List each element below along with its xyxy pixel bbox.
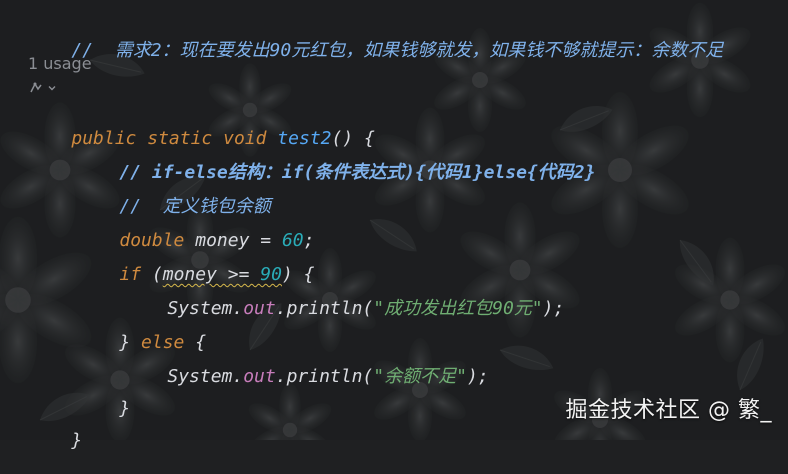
code-line-println-success: System.out.println("成功发出红包90元"); bbox=[124, 276, 564, 319]
code-line-declaration: double money = 60; bbox=[76, 208, 314, 251]
call-end: ); bbox=[466, 366, 489, 387]
string-success: "成功发出红包90元" bbox=[373, 298, 543, 319]
system-class: System. bbox=[167, 366, 244, 387]
header-comment-line: // 需求2：现在要发出90元红包，如果钱够就发，如果钱不够就提示：余数不足 bbox=[28, 18, 723, 61]
println-call: .println( bbox=[275, 298, 374, 319]
string-insufficient: "余额不足" bbox=[373, 366, 467, 387]
code-line-close-else: } bbox=[76, 376, 130, 419]
author-hint[interactable] bbox=[29, 79, 57, 97]
code-line-else: } else { bbox=[76, 310, 206, 353]
brace-close: } bbox=[71, 430, 83, 451]
code-line-println-insufficient: System.out.println("余额不足"); bbox=[124, 344, 488, 387]
code-line-comment-if-else: // if-else结构：if(条件表达式){代码1}else{代码2} bbox=[76, 140, 595, 183]
code-line-method-signature: public static void test2() { bbox=[28, 106, 375, 149]
brace-close: } bbox=[119, 398, 131, 419]
call-end: ); bbox=[542, 298, 565, 319]
author-avatar-icon bbox=[30, 82, 42, 93]
chevron-down-icon bbox=[48, 86, 56, 91]
code-line-close-method: } bbox=[28, 408, 82, 451]
println-call: .println( bbox=[275, 366, 374, 387]
usage-hint[interactable]: 1 usage bbox=[28, 54, 92, 73]
watermark: 掘金技术社区 @ 繁_ bbox=[565, 398, 772, 423]
out-field: out bbox=[243, 298, 276, 319]
out-field: out bbox=[243, 366, 276, 387]
code-line-comment-balance: // 定义钱包余额 bbox=[76, 174, 270, 217]
header-comment: // 需求2：现在要发出90元红包，如果钱够就发，如果钱不够就提示：余数不足 bbox=[71, 40, 724, 61]
code-editor[interactable]: // 需求2：现在要发出90元红包，如果钱够就发，如果钱不够就提示：余数不足 1… bbox=[0, 0, 788, 451]
code-line-if: if (money >= 90) { bbox=[76, 242, 314, 285]
